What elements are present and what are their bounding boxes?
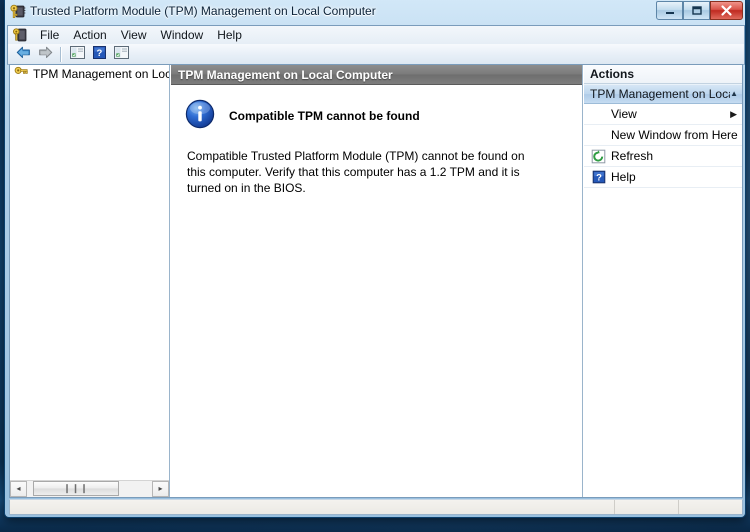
status-bar-segment-1 — [614, 500, 678, 514]
menu-item-window[interactable]: Window — [154, 27, 211, 44]
tree-item-tpm-management[interactable]: TPM Management on Local — [10, 65, 169, 83]
minimize-icon — [657, 2, 682, 19]
tpm-key-icon — [14, 65, 29, 83]
close-button[interactable] — [710, 1, 743, 20]
actions-group-header[interactable]: TPM Management on Local … ▲ — [584, 84, 742, 104]
maximize-icon — [684, 2, 709, 19]
tpm-management-window: Trusted Platform Module (TPM) Management… — [4, 0, 746, 518]
menu-item-view[interactable]: View — [114, 27, 154, 44]
scrollbar-thumb-grip: ❙❙❙ — [63, 483, 89, 493]
scroll-left-arrow-glyph: ◂ — [16, 484, 21, 493]
action-item-refresh[interactable]: Refresh — [584, 146, 742, 167]
action-item-label: Refresh — [611, 149, 654, 163]
show-hide-action-pane-button[interactable] — [110, 45, 132, 64]
menu-item-help[interactable]: Help — [210, 27, 249, 44]
status-bar — [9, 499, 743, 515]
console-tree-icon — [69, 45, 86, 63]
menu-item-file[interactable]: File — [33, 27, 66, 44]
chevron-right-icon: ▶ — [730, 108, 737, 119]
status-message-heading: Compatible TPM cannot be found — [229, 108, 420, 123]
tree-item-label: TPM Management on Local — [33, 67, 169, 81]
window-title: Trusted Platform Module (TPM) Management… — [30, 4, 376, 18]
console-tree[interactable]: TPM Management on Local — [10, 65, 169, 480]
scroll-right-arrow[interactable]: ▸ — [152, 481, 169, 497]
svg-text:?: ? — [96, 48, 102, 59]
title-bar: Trusted Platform Module (TPM) Management… — [5, 0, 747, 25]
action-pane-icon — [113, 45, 130, 63]
forward-button — [34, 45, 56, 64]
help-button[interactable]: ? — [88, 45, 110, 64]
status-message-body: Compatible Trusted Platform Module (TPM)… — [187, 149, 525, 195]
action-item-help[interactable]: ? Help — [584, 167, 742, 188]
forward-arrow-icon — [37, 45, 54, 63]
status-bar-segment-2 — [678, 500, 742, 514]
back-button[interactable] — [12, 45, 34, 64]
result-pane: TPM Management on Local Computer Compati… — [171, 65, 583, 497]
action-item-label: Help — [611, 170, 636, 184]
result-pane-header: TPM Management on Local Computer — [171, 65, 582, 85]
status-bar-main-text — [10, 500, 614, 514]
scroll-right-arrow-glyph: ▸ — [158, 484, 163, 493]
minimize-button[interactable] — [656, 1, 683, 20]
refresh-icon — [589, 149, 608, 164]
result-pane-body: Compatible TPM cannot be found Compatibl… — [171, 85, 582, 196]
close-icon — [711, 2, 742, 19]
actions-group-label: TPM Management on Local … — [590, 87, 730, 101]
scrollbar-track[interactable]: ❙❙❙ — [27, 481, 152, 497]
actions-pane: Actions TPM Management on Local … ▲ View… — [584, 65, 742, 497]
chevron-up-icon[interactable]: ▲ — [730, 90, 738, 98]
tpm-key-chip-icon — [9, 3, 26, 20]
mmc-client-area: TPM Management on Local ◂ ❙❙❙ ▸ TPM Mana… — [9, 64, 743, 498]
actions-header-title: Actions — [590, 67, 635, 81]
actions-pane-header: Actions — [584, 65, 742, 84]
scrollbar-thumb[interactable]: ❙❙❙ — [33, 481, 119, 496]
action-item-new-window-from-here[interactable]: New Window from Here — [584, 125, 742, 146]
action-item-view[interactable]: View ▶ — [584, 104, 742, 125]
help-icon: ? — [589, 170, 608, 184]
scroll-left-arrow[interactable]: ◂ — [10, 481, 27, 497]
result-header-title: TPM Management on Local Computer — [178, 67, 393, 82]
tree-horizontal-scrollbar[interactable]: ◂ ❙❙❙ ▸ — [10, 480, 169, 497]
maximize-button[interactable] — [683, 1, 710, 20]
menu-item-action[interactable]: Action — [66, 27, 113, 44]
action-item-label: New Window from Here — [611, 128, 738, 142]
svg-text:?: ? — [596, 173, 602, 184]
back-arrow-icon — [15, 45, 32, 63]
question-mark-icon: ? — [92, 45, 107, 63]
info-circle-icon — [185, 99, 215, 132]
show-hide-console-tree-button[interactable] — [66, 45, 88, 64]
menu-bar: File Action View Window Help — [7, 25, 745, 44]
status-message-row: Compatible TPM cannot be found — [185, 99, 566, 132]
mmc-console-icon — [12, 27, 28, 43]
console-tree-pane: TPM Management on Local ◂ ❙❙❙ ▸ — [10, 65, 170, 497]
action-item-label: View — [611, 107, 637, 121]
toolbar: ? — [7, 44, 745, 65]
toolbar-separator — [60, 46, 62, 62]
